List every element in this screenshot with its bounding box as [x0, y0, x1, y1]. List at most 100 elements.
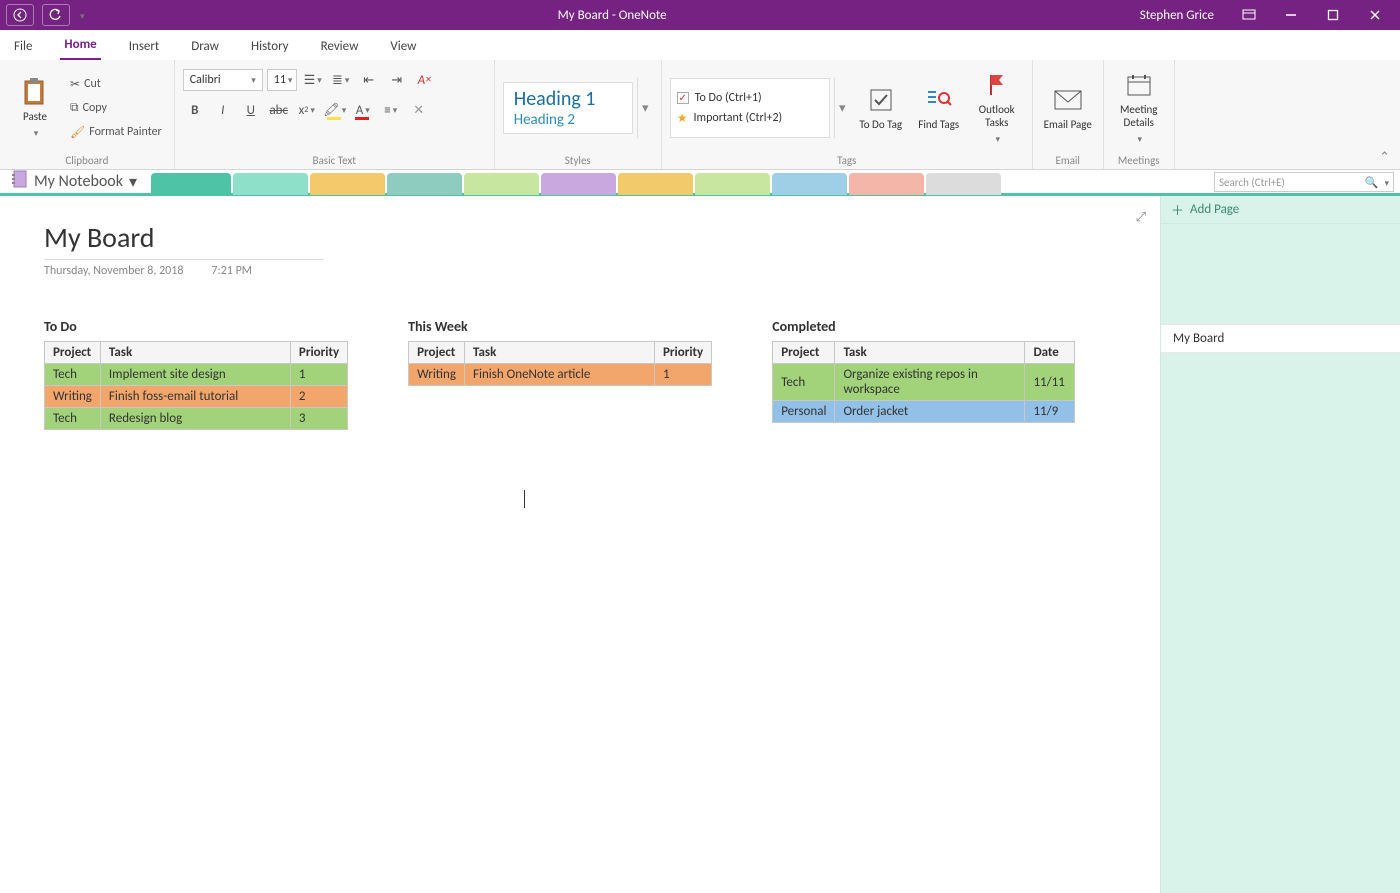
close-button[interactable] — [1356, 1, 1394, 29]
column-header[interactable]: Project — [45, 342, 101, 364]
column-header[interactable]: Task — [100, 342, 290, 364]
table-row[interactable]: WritingFinish OneNote article1 — [409, 364, 712, 386]
style-heading1[interactable]: Heading 1 — [514, 87, 622, 111]
back-button[interactable] — [6, 4, 34, 26]
email-page-button[interactable]: Email Page — [1041, 67, 1095, 149]
bold-button[interactable]: B — [183, 98, 207, 122]
section-tab[interactable] — [618, 173, 693, 195]
table-row[interactable]: TechRedesign blog3 — [45, 408, 348, 430]
meeting-details-button[interactable]: Meeting Details — [1112, 67, 1166, 149]
table-cell[interactable]: Tech — [45, 408, 101, 430]
section-tab[interactable] — [151, 173, 231, 195]
section-tabs[interactable] — [151, 169, 1400, 195]
clear-formatting-button[interactable]: A✕ — [413, 68, 437, 92]
table-cell[interactable]: Implement site design — [100, 364, 290, 386]
bullets-button[interactable]: ☰ — [301, 68, 325, 92]
tab-draw[interactable]: Draw — [187, 33, 223, 60]
section-tab[interactable] — [772, 173, 847, 195]
ribbon-options-button[interactable] — [1230, 1, 1268, 29]
tab-file[interactable]: File — [10, 33, 36, 60]
undo-button[interactable] — [42, 4, 70, 26]
table-cell[interactable]: 11/9 — [1025, 401, 1075, 423]
underline-button[interactable]: U — [239, 98, 263, 122]
delete-button[interactable]: ✕ — [407, 98, 431, 122]
table-cell[interactable]: Tech — [45, 364, 101, 386]
table-cell[interactable]: Finish OneNote article — [465, 364, 655, 386]
table-cell[interactable]: 3 — [290, 408, 347, 430]
section-tab[interactable] — [926, 173, 1001, 195]
table-cell[interactable]: Order jacket — [835, 401, 1025, 423]
numbering-button[interactable]: ≣ — [329, 68, 353, 92]
column-header[interactable]: Date — [1025, 342, 1075, 364]
italic-button[interactable]: I — [211, 98, 235, 122]
table-row[interactable]: TechOrganize existing repos in workspace… — [773, 364, 1075, 401]
expand-icon[interactable]: ⤢ — [1136, 210, 1146, 225]
maximize-button[interactable] — [1314, 1, 1352, 29]
outlook-tasks-button[interactable]: Outlook Tasks — [970, 67, 1024, 149]
board-table[interactable]: ProjectTaskPriorityTechImplement site de… — [44, 341, 348, 430]
tab-view[interactable]: View — [386, 33, 420, 60]
page-list-item[interactable]: My Board — [1161, 324, 1400, 353]
format-painter-button[interactable]: 🖌Format Painter — [66, 121, 166, 143]
notebook-selector[interactable]: My Notebook ▾ — [6, 170, 143, 193]
tab-insert[interactable]: Insert — [125, 33, 164, 60]
column-header[interactable]: Priority — [655, 342, 712, 364]
table-cell[interactable]: Redesign blog — [100, 408, 290, 430]
board-table[interactable]: ProjectTaskDateTechOrganize existing rep… — [772, 341, 1075, 423]
section-tab[interactable] — [387, 173, 462, 195]
minimize-button[interactable] — [1272, 1, 1310, 29]
font-size-selector[interactable]: 11 — [267, 69, 297, 91]
table-cell[interactable]: Organize existing repos in workspace — [835, 364, 1025, 401]
section-tab[interactable] — [310, 173, 385, 195]
section-tab[interactable] — [464, 173, 539, 195]
column-header[interactable]: Project — [409, 342, 465, 364]
indent-button[interactable]: ⇥ — [385, 68, 409, 92]
strikethrough-button[interactable]: abc — [267, 98, 291, 122]
page-canvas[interactable]: ⤢ My Board Thursday, November 8, 2018 7:… — [0, 196, 1160, 893]
table-cell[interactable]: Tech — [773, 364, 835, 401]
tab-home[interactable]: Home — [60, 31, 100, 60]
table-cell[interactable]: Personal — [773, 401, 835, 423]
styles-gallery[interactable]: Heading 1 Heading 2 — [503, 82, 633, 134]
search-input[interactable]: Search (Ctrl+E) 🔍 — [1214, 172, 1394, 192]
table-cell[interactable]: 2 — [290, 386, 347, 408]
font-color-button[interactable]: A — [351, 98, 375, 122]
table-cell[interactable]: Writing — [45, 386, 101, 408]
section-tab[interactable] — [233, 173, 308, 195]
table-cell[interactable]: 1 — [655, 364, 712, 386]
page-title[interactable]: My Board — [44, 220, 324, 260]
tag-important[interactable]: ★Important (Ctrl+2) — [677, 111, 823, 126]
add-page-button[interactable]: ＋ Add Page — [1161, 196, 1400, 224]
user-name[interactable]: Stephen Grice — [1140, 8, 1214, 23]
table-row[interactable]: PersonalOrder jacket11/9 — [773, 401, 1075, 423]
table-row[interactable]: TechImplement site design1 — [45, 364, 348, 386]
tag-todo[interactable]: ✓To Do (Ctrl+1) — [677, 91, 823, 105]
cut-button[interactable]: ✂Cut — [66, 73, 166, 95]
todo-tag-button[interactable]: To Do Tag — [854, 67, 908, 149]
column-header[interactable]: Task — [835, 342, 1025, 364]
tags-gallery[interactable]: ✓To Do (Ctrl+1) ★Important (Ctrl+2) — [670, 78, 830, 138]
table-cell[interactable]: 1 — [290, 364, 347, 386]
align-button[interactable]: ≡ — [379, 98, 403, 122]
table-row[interactable]: WritingFinish foss-email tutorial2 — [45, 386, 348, 408]
column-header[interactable]: Task — [465, 342, 655, 364]
styles-more-button[interactable]: ▾ — [637, 78, 653, 138]
tags-more-button[interactable]: ▾ — [834, 78, 850, 138]
tab-history[interactable]: History — [247, 33, 293, 60]
find-tags-button[interactable]: Find Tags — [912, 67, 966, 149]
table-cell[interactable]: Writing — [409, 364, 465, 386]
tab-review[interactable]: Review — [317, 33, 363, 60]
copy-button[interactable]: ⧉Copy — [66, 97, 166, 119]
table-cell[interactable]: 11/11 — [1025, 364, 1075, 401]
table-cell[interactable]: Finish foss-email tutorial — [100, 386, 290, 408]
section-tab[interactable] — [695, 173, 770, 195]
font-name-selector[interactable]: Calibri — [183, 69, 263, 91]
subscript-button[interactable]: x2 — [295, 98, 319, 122]
section-tab[interactable] — [541, 173, 616, 195]
column-header[interactable]: Project — [773, 342, 835, 364]
style-heading2[interactable]: Heading 2 — [514, 111, 622, 129]
board-table[interactable]: ProjectTaskPriorityWritingFinish OneNote… — [408, 341, 712, 386]
collapse-ribbon-button[interactable]: ⌃ — [1379, 150, 1390, 165]
paste-button[interactable]: Paste — [8, 67, 62, 149]
section-tab[interactable] — [849, 173, 924, 195]
